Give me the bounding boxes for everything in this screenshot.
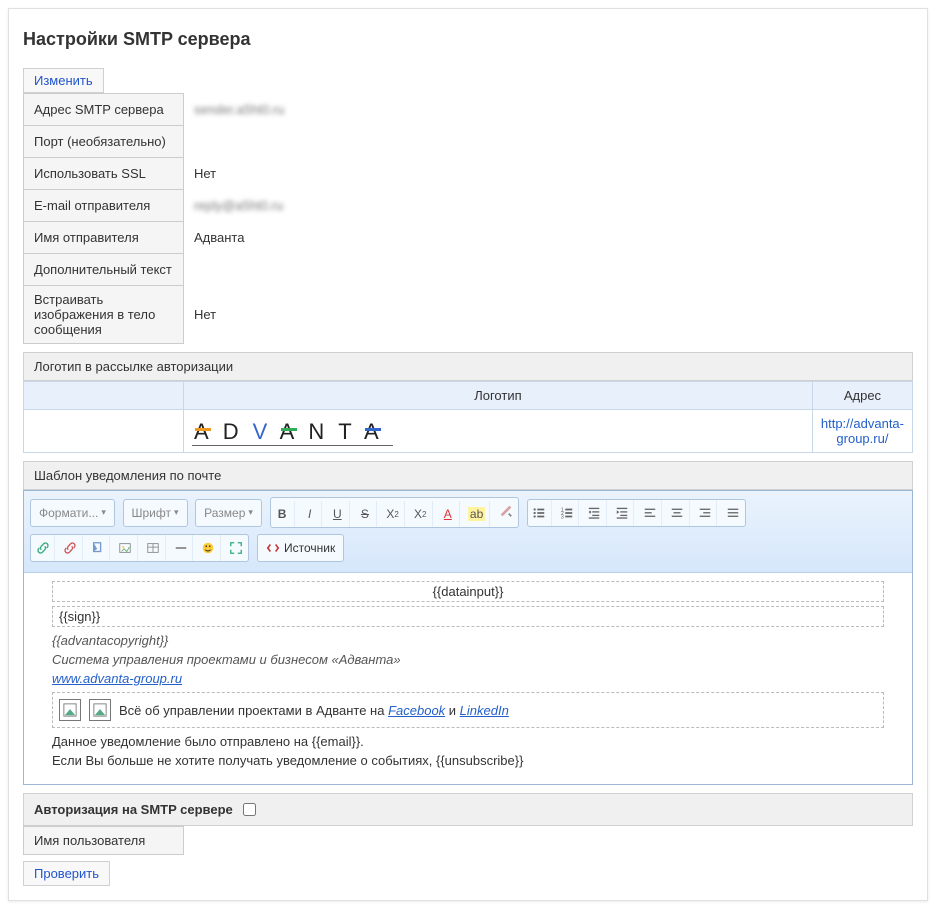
template-section-header: Шаблон уведомления по почте: [23, 461, 913, 490]
from-name-value: Адванта: [184, 222, 295, 254]
from-email-value: reply@a5ht0.ru: [184, 190, 295, 222]
page-title: Настройки SMTP сервера: [23, 29, 913, 50]
align-center-icon[interactable]: [666, 500, 690, 526]
align-justify-icon[interactable]: [721, 500, 745, 526]
subscript-icon[interactable]: X2: [381, 501, 405, 527]
addr-col-header: Адрес: [812, 382, 912, 410]
facebook-placeholder-icon: [59, 699, 81, 721]
tmpl-sign: {{sign}}: [52, 606, 884, 627]
logo-cell: ADVANTA: [184, 410, 813, 453]
table-icon[interactable]: [142, 535, 166, 561]
unlink-icon[interactable]: [59, 535, 83, 561]
bg-color-icon[interactable]: ab: [464, 501, 490, 527]
editor-toolbar: Формати...▾ Шрифт▾ Размер▾ B I U S X2 X2…: [24, 491, 912, 573]
editor-body[interactable]: {{datainput}} {{sign}} {{advantacopyrigh…: [24, 573, 912, 784]
align-left-icon[interactable]: [638, 500, 662, 526]
port-value: [184, 126, 295, 158]
extra-text-label: Дополнительный текст: [24, 254, 184, 286]
addr-cell: http://advanta-group.ru/: [812, 410, 912, 453]
facebook-link[interactable]: Facebook: [388, 703, 445, 718]
from-name-label: Имя отправителя: [24, 222, 184, 254]
underline-icon[interactable]: U: [326, 501, 350, 527]
extra-text-value: [184, 254, 295, 286]
text-color-icon[interactable]: A: [436, 501, 460, 527]
ssl-label: Использовать SSL: [24, 158, 184, 190]
edit-button[interactable]: Изменить: [23, 68, 104, 93]
format-dropdown[interactable]: Формати...▾: [31, 500, 114, 526]
port-label: Порт (необязательно): [24, 126, 184, 158]
linkedin-placeholder-icon: [89, 699, 111, 721]
tmpl-site-link[interactable]: www.advanta-group.ru: [52, 671, 182, 686]
tmpl-social-text: Всё об управлении проектами в Адванте на…: [119, 703, 509, 718]
smtp-fields-table: Адрес SMTP сервера sender.a5ht0.ru Порт …: [23, 93, 294, 344]
from-email-label: E-mail отправителя: [24, 190, 184, 222]
logo-table: Логотип Адрес ADVANTA http://advanta-gro…: [23, 381, 913, 453]
inline-img-label: Встраивать изображения в тело сообщения: [24, 286, 184, 344]
clear-format-icon[interactable]: [494, 498, 518, 524]
smiley-icon[interactable]: [197, 535, 221, 561]
logo-addr-link[interactable]: http://advanta-group.ru/: [821, 416, 904, 446]
image-icon[interactable]: [114, 535, 138, 561]
username-label: Имя пользователя: [24, 827, 184, 855]
superscript-icon[interactable]: X2: [409, 501, 433, 527]
ssl-value: Нет: [184, 158, 295, 190]
strike-icon[interactable]: S: [353, 501, 377, 527]
auth-section-header: Авторизация на SMTP сервере: [23, 793, 913, 826]
list-number-icon[interactable]: 123: [555, 500, 579, 526]
linkedin-link[interactable]: LinkedIn: [460, 703, 509, 718]
outdent-icon[interactable]: [583, 500, 607, 526]
auth-enable-checkbox[interactable]: [243, 803, 256, 816]
email-template-editor: Формати...▾ Шрифт▾ Размер▾ B I U S X2 X2…: [23, 490, 913, 785]
tmpl-footer1: Данное уведомление было отправлено на {{…: [52, 734, 884, 749]
tmpl-social-block: Всё об управлении проектами в Адванте на…: [52, 692, 884, 728]
list-bullet-icon[interactable]: [528, 500, 552, 526]
logo-row-empty: [24, 410, 184, 453]
logo-table-empty-header: [24, 382, 184, 410]
maximize-icon[interactable]: [224, 535, 248, 561]
tmpl-system-line: Система управления проектами и бизнесом …: [52, 652, 401, 667]
align-right-icon[interactable]: [693, 500, 717, 526]
size-dropdown[interactable]: Размер▾: [196, 500, 261, 526]
italic-icon[interactable]: I: [298, 501, 322, 527]
font-dropdown[interactable]: Шрифт▾: [124, 500, 187, 526]
svg-text:3: 3: [561, 514, 564, 520]
hr-icon[interactable]: [169, 535, 193, 561]
advanta-logo: ADVANTA: [192, 417, 393, 446]
indent-icon[interactable]: [610, 500, 634, 526]
bold-icon[interactable]: B: [271, 501, 295, 527]
check-button[interactable]: Проверить: [23, 861, 110, 886]
auth-fields-table: Имя пользователя: [23, 826, 184, 855]
tmpl-copyright: {{advantacopyright}}: [52, 633, 168, 648]
logo-section-header: Логотип в рассылке авторизации: [23, 352, 913, 381]
tmpl-footer2: Если Вы больше не хотите получать уведом…: [52, 753, 884, 768]
logo-col-header: Логотип: [184, 382, 813, 410]
smtp-settings-panel: Настройки SMTP сервера Изменить Адрес SM…: [8, 8, 928, 901]
smtp-addr-value: sender.a5ht0.ru: [184, 94, 295, 126]
tmpl-datainput: {{datainput}}: [52, 581, 884, 602]
inline-img-value: Нет: [184, 286, 295, 344]
link-icon[interactable]: [31, 535, 55, 561]
smtp-addr-label: Адрес SMTP сервера: [24, 94, 184, 126]
source-button[interactable]: Источник: [258, 535, 343, 561]
anchor-icon[interactable]: [86, 535, 110, 561]
